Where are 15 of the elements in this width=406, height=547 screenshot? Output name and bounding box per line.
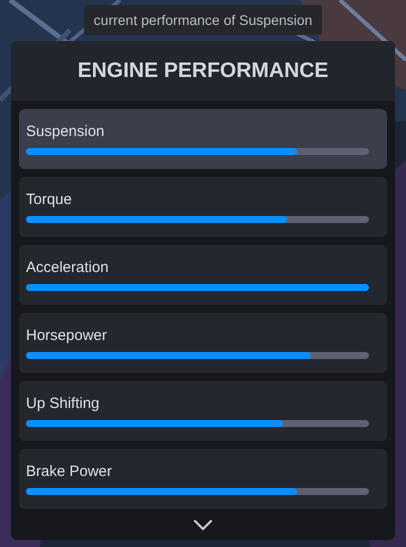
stat-item[interactable]: Torque bbox=[19, 177, 387, 237]
stat-item[interactable]: Suspension bbox=[19, 109, 387, 169]
tooltip: current performance of Suspension bbox=[84, 5, 322, 35]
stat-label: Torque bbox=[26, 190, 73, 210]
stat-label: Brake Power bbox=[26, 462, 113, 482]
panel-title: ENGINE PERFORMANCE bbox=[78, 59, 328, 83]
chevron-down-icon[interactable] bbox=[193, 518, 213, 530]
stat-label: Up Shifting bbox=[26, 394, 100, 414]
stat-label: Suspension bbox=[26, 122, 106, 142]
stat-label: Horsepower bbox=[26, 326, 108, 346]
stat-label: Acceleration bbox=[26, 258, 110, 278]
stat-item[interactable]: Acceleration bbox=[19, 245, 387, 305]
stat-item[interactable]: Brake Power bbox=[19, 449, 387, 509]
stat-item[interactable]: Up Shifting bbox=[19, 381, 387, 441]
stat-item[interactable]: Horsepower bbox=[19, 313, 387, 373]
